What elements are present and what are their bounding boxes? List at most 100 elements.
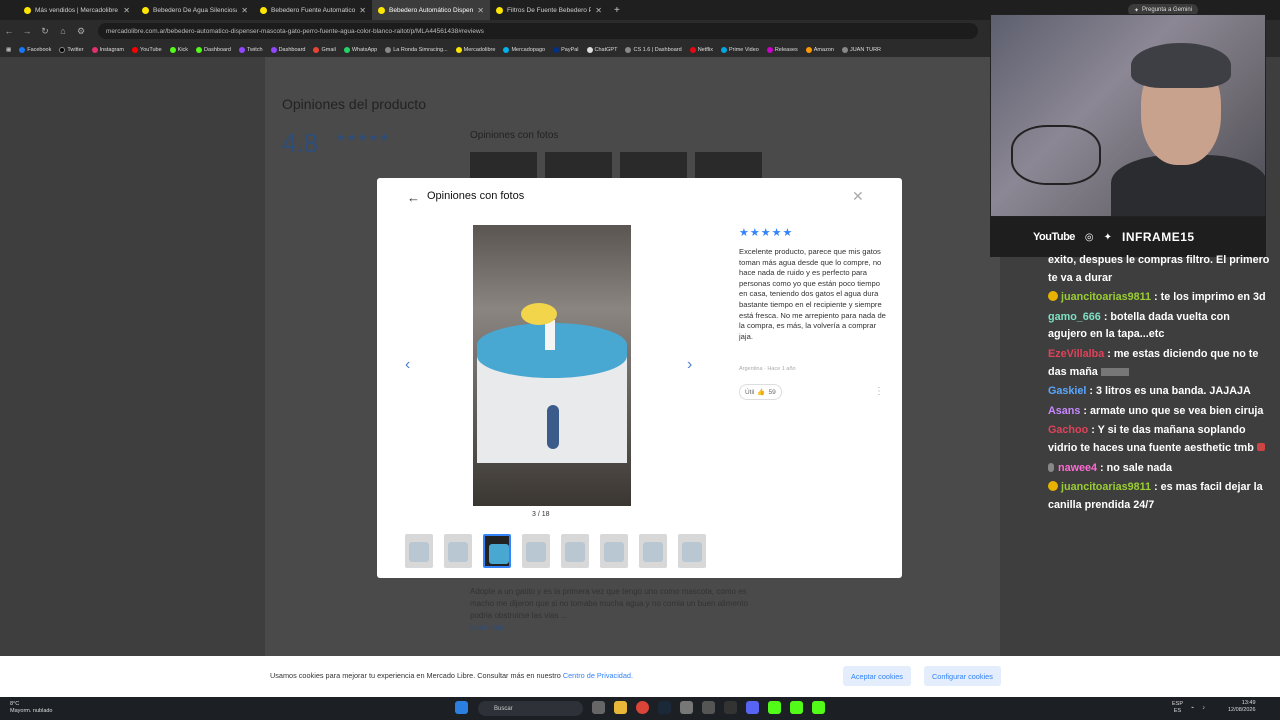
thumbnail-image bbox=[643, 542, 663, 562]
file-explorer-icon[interactable] bbox=[614, 701, 627, 714]
accept-cookies-button[interactable]: Aceptar cookies bbox=[843, 666, 911, 686]
configure-cookies-button[interactable]: Configurar cookies bbox=[924, 666, 1001, 686]
bookmark-item[interactable]: Releases bbox=[766, 46, 798, 53]
back-arrow-icon[interactable]: ← bbox=[407, 190, 420, 205]
chat-message: EzeVillalba : me estas diciendo que no t… bbox=[1048, 347, 1259, 378]
discord-icon[interactable] bbox=[746, 701, 759, 714]
cookie-banner: Usamos cookies para mejorar tu experienc… bbox=[0, 656, 1280, 697]
new-tab-button[interactable]: + bbox=[614, 5, 620, 16]
bookmark-item[interactable]: Instagram bbox=[91, 46, 124, 53]
bookmark-item[interactable]: La Ronda Simracing... bbox=[385, 46, 448, 53]
browser-tab[interactable]: Más vendidos | Mercadolibre A ✕ bbox=[18, 0, 136, 20]
useful-button[interactable]: Útil 👍 59 bbox=[739, 384, 782, 400]
close-icon[interactable]: ✕ bbox=[359, 6, 366, 15]
app-icon[interactable] bbox=[702, 701, 715, 714]
language-indicator[interactable]: ESP ES bbox=[1172, 701, 1183, 715]
system-tray: ESP ES ⌁ ♪ bbox=[1172, 701, 1205, 715]
close-icon[interactable]: ✕ bbox=[123, 6, 130, 15]
youtube-logo: YouTube bbox=[1033, 231, 1075, 243]
photo-thumbnail[interactable] bbox=[678, 534, 706, 568]
bookmark-item[interactable]: Amazon bbox=[805, 46, 834, 53]
kick-icon[interactable] bbox=[812, 701, 825, 714]
taskbar-search[interactable]: Buscar bbox=[478, 701, 583, 716]
site-settings-icon[interactable]: ⚙ bbox=[72, 26, 90, 37]
browser-tab-active[interactable]: Bebedero Automático Dispens ✕ bbox=[372, 0, 490, 20]
photo-thumbnail[interactable] bbox=[600, 534, 628, 568]
bookmark-item[interactable]: Facebook bbox=[19, 46, 51, 53]
bookmark-item[interactable]: Gmail bbox=[313, 46, 336, 53]
photo-thumbnail[interactable] bbox=[405, 534, 433, 568]
back-icon[interactable]: ← bbox=[0, 26, 18, 36]
bookmark-item[interactable]: Dashboard bbox=[270, 46, 305, 53]
close-icon[interactable]: ✕ bbox=[595, 6, 602, 15]
thumbnail[interactable] bbox=[695, 152, 762, 180]
fountain-flower bbox=[521, 303, 557, 325]
bookmark-item[interactable]: WhatsApp bbox=[343, 46, 377, 53]
photo-thumbnail-selected[interactable] bbox=[483, 534, 511, 568]
chrome-icon[interactable] bbox=[636, 701, 649, 714]
kick-icon[interactable] bbox=[790, 701, 803, 714]
bookmark-item[interactable]: JUAN TURR bbox=[841, 46, 881, 53]
bookmark-item[interactable]: Netflix bbox=[689, 46, 713, 53]
thumbnail-image bbox=[526, 542, 546, 562]
social-bar: YouTube ◎ ✦ INFRAME15 bbox=[990, 217, 1266, 257]
chevron-right-icon[interactable]: › bbox=[687, 356, 692, 374]
apps-icon[interactable]: ▦ bbox=[6, 47, 11, 53]
kick-icon[interactable] bbox=[768, 701, 781, 714]
bookmark-item[interactable]: Mercadolibre bbox=[455, 46, 495, 53]
bookmark-item[interactable]: ChatGPT bbox=[586, 46, 617, 53]
mercadolibre-icon bbox=[496, 6, 503, 14]
app-icon[interactable] bbox=[724, 701, 737, 714]
home-icon[interactable]: ⌂ bbox=[54, 26, 72, 36]
bookmark-item[interactable]: Prime Video bbox=[720, 46, 759, 53]
modal-title: Opiniones con fotos bbox=[427, 190, 525, 202]
taskbar: 8°C Mayorm. nublado Buscar ESP ES ⌁ ♪ 13:4… bbox=[0, 697, 1280, 720]
browser-tab[interactable]: Bebedero De Agua Silenciosa G ✕ bbox=[136, 0, 254, 20]
webcam-overlay bbox=[990, 14, 1266, 217]
clock[interactable]: 13:49 12/08/2026 bbox=[1228, 700, 1256, 714]
photo-thumbnail[interactable] bbox=[444, 534, 472, 568]
bookmark-item[interactable]: YouTube bbox=[132, 46, 162, 53]
url-input[interactable]: mercadolibre.com.ar/bebedero-automatico-… bbox=[98, 23, 978, 39]
app-icon[interactable] bbox=[680, 701, 693, 714]
forward-icon[interactable]: → bbox=[18, 26, 36, 36]
mercadopago-icon bbox=[503, 46, 510, 53]
chat-message: juancitoarias9811 : te los imprimo en 3d bbox=[1048, 289, 1270, 307]
browser-tab[interactable]: Filtros De Fuente Bebedero Pe ✕ bbox=[490, 0, 608, 20]
more-options-icon[interactable]: ⋮ bbox=[874, 386, 884, 397]
bookmark-item[interactable]: Kick bbox=[169, 46, 188, 53]
weather-widget[interactable]: 8°C Mayorm. nublado bbox=[10, 701, 53, 715]
thumbnail-image bbox=[448, 542, 468, 562]
mercadolibre-icon bbox=[260, 6, 267, 14]
task-view-icon[interactable] bbox=[592, 701, 605, 714]
reload-icon[interactable]: ↻ bbox=[36, 26, 54, 37]
browser-tab[interactable]: Bebedero Fuente Automatico A ✕ bbox=[254, 0, 372, 20]
privacy-link[interactable]: Centro de Privacidad. bbox=[563, 671, 633, 680]
chevron-left-icon[interactable]: ‹ bbox=[405, 356, 410, 374]
thumbnail[interactable] bbox=[470, 152, 537, 180]
close-icon[interactable]: ✕ bbox=[852, 188, 864, 205]
photo-thumbnail[interactable] bbox=[522, 534, 550, 568]
thumbnail[interactable] bbox=[545, 152, 612, 180]
bookmark-item[interactable]: Dashboard bbox=[196, 46, 231, 53]
bookmark-item[interactable]: CS 1.6 | Dashboard bbox=[625, 46, 682, 53]
chat-message: gamo_666 : botella dada vuelta con aguje… bbox=[1048, 310, 1230, 341]
read-more-link[interactable]: Leer más bbox=[470, 623, 503, 632]
bookmark-item[interactable]: Mercadopago bbox=[503, 46, 545, 53]
photo-thumbnail[interactable] bbox=[561, 534, 589, 568]
bookmark-item[interactable]: Twitch bbox=[238, 46, 263, 53]
wifi-icon[interactable]: ⌁ bbox=[1191, 705, 1194, 711]
review-photo[interactable] bbox=[473, 225, 631, 506]
close-icon[interactable]: ✕ bbox=[241, 6, 248, 15]
windows-start-icon[interactable] bbox=[455, 701, 468, 714]
bookmark-item[interactable]: Twitter bbox=[59, 46, 84, 53]
x-icon bbox=[841, 46, 848, 53]
steam-icon[interactable] bbox=[658, 701, 671, 714]
volume-icon[interactable]: ♪ bbox=[1202, 705, 1205, 711]
photo-thumbnail[interactable] bbox=[639, 534, 667, 568]
twitch-icon bbox=[238, 46, 245, 53]
thumbnail[interactable] bbox=[620, 152, 687, 180]
close-icon[interactable]: ✕ bbox=[477, 6, 484, 15]
bookmark-item[interactable]: PayPal bbox=[553, 46, 579, 53]
thumbs-up-icon: 👍 bbox=[757, 389, 766, 396]
